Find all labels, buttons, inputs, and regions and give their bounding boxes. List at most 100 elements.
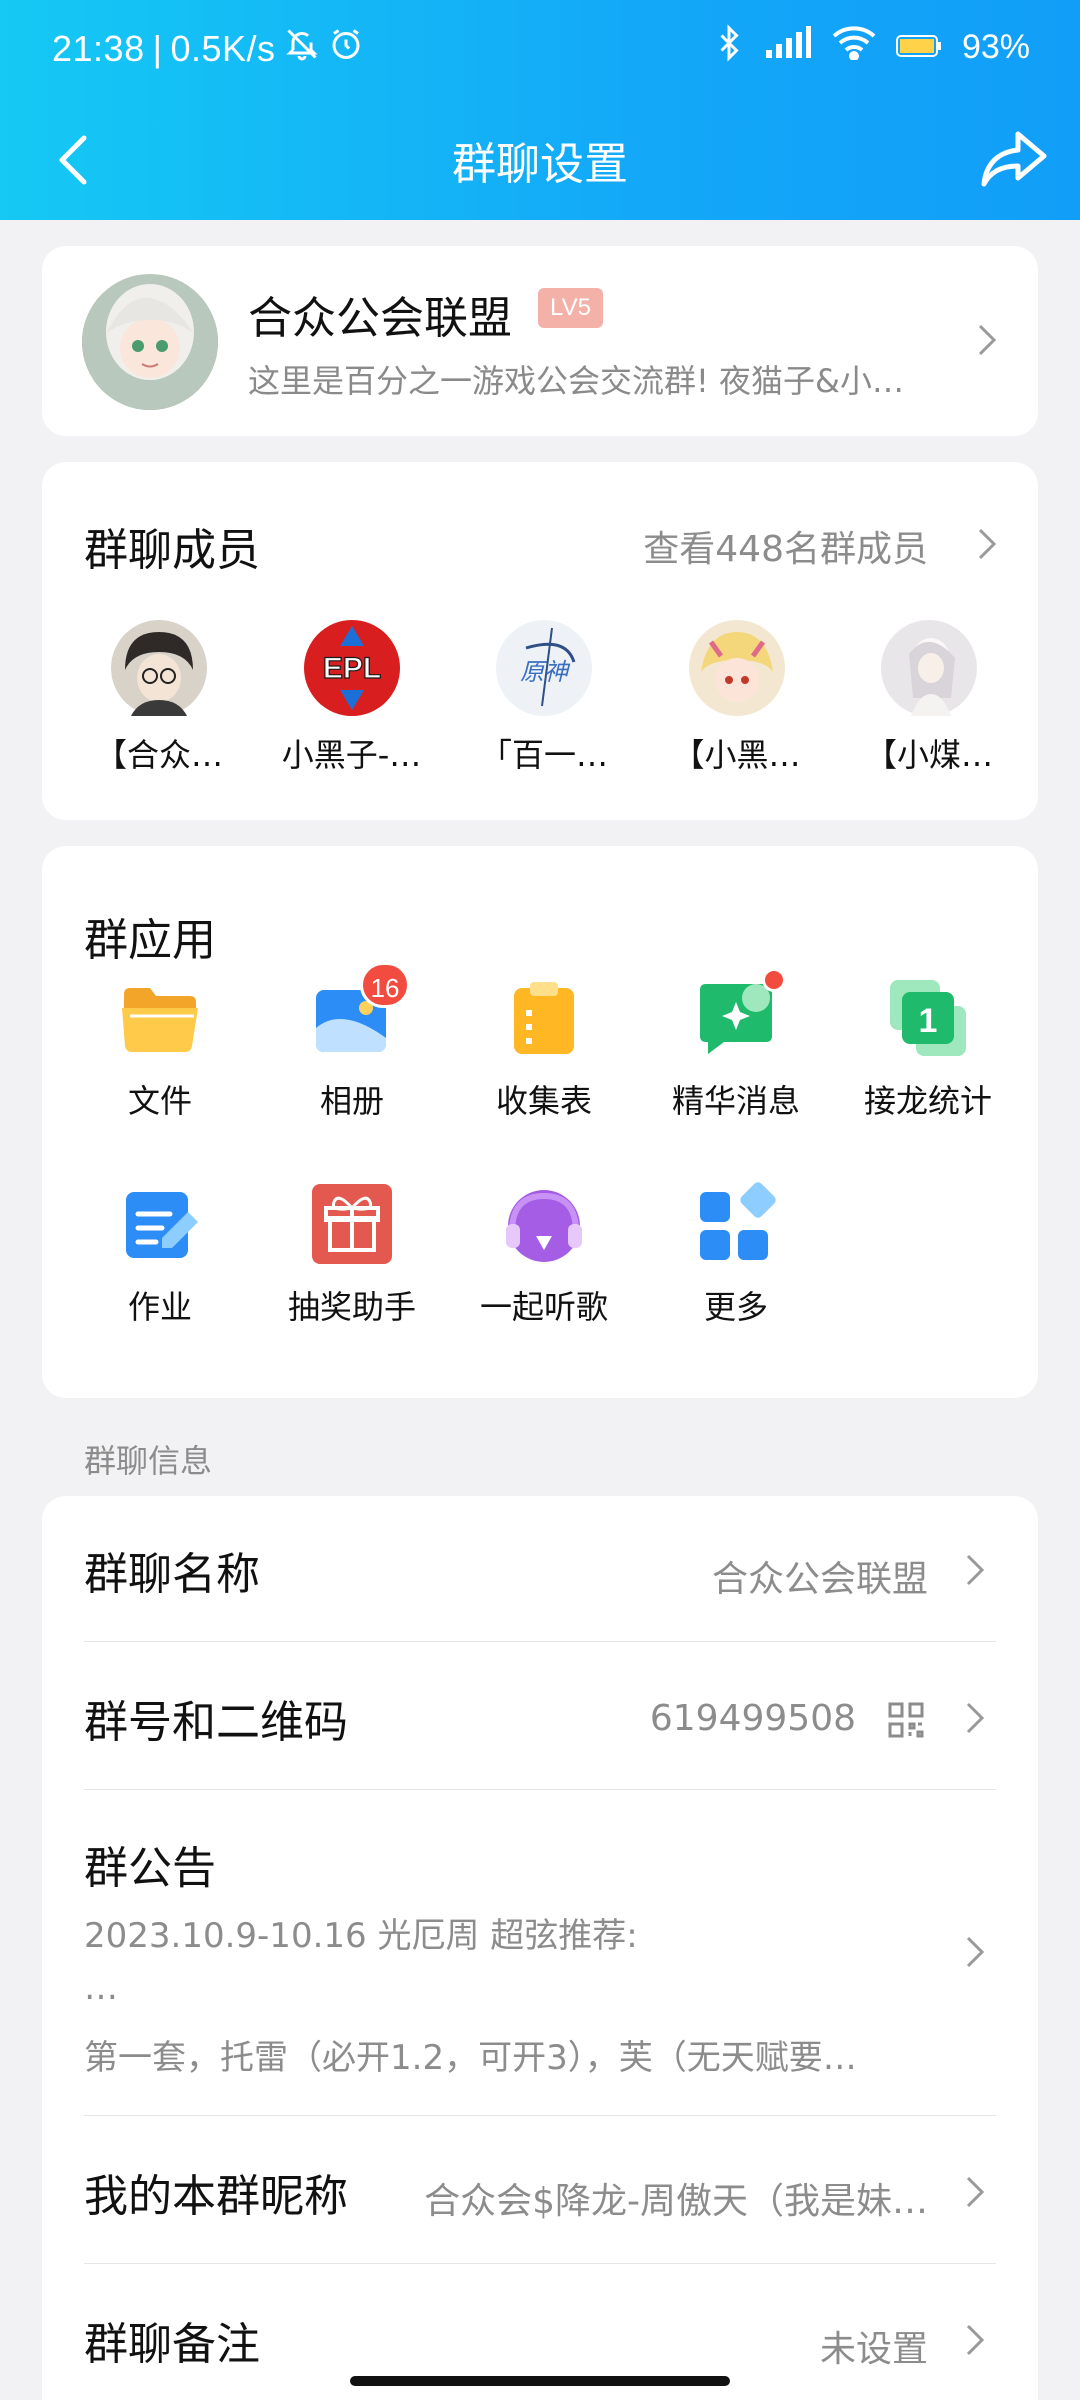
group-name-label: 群聊名称 bbox=[84, 1549, 260, 1600]
chevron-right-icon bbox=[976, 322, 998, 358]
more-apps-icon bbox=[694, 1182, 778, 1266]
signal-icon bbox=[764, 26, 812, 69]
chevron-right-icon bbox=[964, 2322, 986, 2358]
remark-value: 未设置 bbox=[819, 2329, 928, 2370]
chevron-right-icon bbox=[964, 1552, 986, 1588]
app-relay-count[interactable]: 1 接龙统计 bbox=[832, 976, 1024, 1122]
chevron-right-icon bbox=[964, 1700, 986, 1736]
homework-icon bbox=[118, 1182, 202, 1266]
album-icon: 16 bbox=[310, 962, 410, 1060]
group-info-section-label: 群聊信息 bbox=[84, 1442, 213, 1480]
header: 21:38 | 0.5K/s 93% 群聊设置 bbox=[0, 0, 1080, 220]
my-nickname-row[interactable]: 我的本群昵称 合众会$降龙-周傲天（我是妹… bbox=[84, 2116, 996, 2264]
member-name: 小黑子-… bbox=[281, 736, 422, 774]
app-label: 相册 bbox=[319, 1082, 384, 1120]
app-essence-messages[interactable]: 精华消息 bbox=[640, 968, 832, 1122]
app-label: 更多 bbox=[703, 1288, 768, 1326]
group-name: 合众公会联盟 bbox=[248, 293, 512, 344]
group-notice-row[interactable]: 群公告 2023.10.9-10.16 光厄周 超弦推荐: … 第一套，托雷（必… bbox=[84, 1790, 996, 2116]
status-bar: 21:38 | 0.5K/s 93% bbox=[0, 0, 1080, 100]
clipboard-icon bbox=[502, 976, 586, 1060]
essence-message-icon bbox=[694, 968, 786, 1060]
app-lottery-assistant[interactable]: 抽奖助手 bbox=[256, 1182, 448, 1328]
member-name: 【小黑… bbox=[672, 736, 801, 774]
member-item[interactable]: 【小黑… bbox=[642, 620, 832, 776]
notice-line-1: 2023.10.9-10.16 光厄周 超弦推荐: bbox=[84, 1916, 638, 1956]
group-description: 这里是百分之一游戏公会交流群! 夜猫子&小… bbox=[248, 362, 904, 400]
notice-line-3: 第一套，托雷（必开1.2，可开3），芙（无天赋要… bbox=[84, 2038, 857, 2078]
member-name: 「百一… bbox=[479, 736, 608, 774]
app-album[interactable]: 16 相册 bbox=[256, 962, 448, 1122]
app-label: 一起听歌 bbox=[479, 1288, 608, 1326]
app-homework[interactable]: 作业 bbox=[64, 1182, 256, 1328]
page-title: 群聊设置 bbox=[452, 139, 628, 190]
share-icon[interactable] bbox=[978, 126, 1050, 190]
gift-icon bbox=[310, 1182, 394, 1266]
album-badge: 16 bbox=[360, 962, 410, 1008]
group-name-row[interactable]: 群聊名称 合众公会联盟 bbox=[84, 1496, 996, 1642]
notice-label: 群公告 bbox=[84, 1843, 216, 1894]
member-item[interactable]: 原神 「百一… bbox=[449, 620, 639, 776]
group-name-value: 合众公会联盟 bbox=[711, 1559, 928, 1600]
alarm-icon bbox=[328, 26, 364, 71]
status-net-speed: 0.5K/s bbox=[170, 27, 276, 69]
battery-icon bbox=[895, 28, 942, 67]
app-label: 收集表 bbox=[495, 1082, 592, 1120]
chevron-right-icon[interactable] bbox=[976, 526, 998, 562]
member-item[interactable]: EPL 小黑子-… bbox=[257, 620, 447, 776]
app-label: 抽奖助手 bbox=[287, 1288, 416, 1326]
chevron-right-icon bbox=[964, 2174, 986, 2210]
view-all-members-link[interactable]: 查看448名群成员 bbox=[643, 520, 928, 572]
members-card: 群聊成员 查看448名群成员 【合众… EPL 小黑子-… 原神 「百一… 【小… bbox=[42, 462, 1038, 820]
group-info-card: 群聊名称 合众公会联盟 群号和二维码 619499508 群公告 2023.10… bbox=[42, 1496, 1038, 2400]
status-time: 21:38 bbox=[52, 27, 145, 69]
member-avatar-mark: EPL bbox=[322, 652, 380, 685]
app-collection-form[interactable]: 收集表 bbox=[448, 976, 640, 1122]
bluetooth-icon bbox=[714, 24, 744, 71]
app-label: 接龙统计 bbox=[863, 1082, 992, 1120]
headphones-icon bbox=[502, 1182, 586, 1266]
app-listen-together[interactable]: 一起听歌 bbox=[448, 1182, 640, 1328]
member-name: 【合众… bbox=[94, 736, 223, 774]
app-grid: 文件 16 相册 收集表 精华消息 1 接龙统计 作业 抽奖助手 一起听歌 更多 bbox=[64, 962, 1024, 1328]
member-list: 【合众… EPL 小黑子-… 原神 「百一… 【小黑… 【小煤… bbox=[64, 620, 1024, 776]
member-avatar-mark: 原神 bbox=[520, 658, 571, 686]
member-avatar bbox=[688, 620, 785, 716]
home-indicator[interactable] bbox=[350, 2376, 730, 2386]
apps-title: 群应用 bbox=[84, 915, 216, 966]
app-files[interactable]: 文件 bbox=[64, 976, 256, 1122]
nickname-value: 合众会$降龙-周傲天（我是妹… bbox=[424, 2181, 928, 2222]
group-id-qr-row[interactable]: 群号和二维码 619499508 bbox=[84, 1642, 996, 1790]
members-title: 群聊成员 bbox=[84, 525, 260, 576]
nickname-label: 我的本群昵称 bbox=[84, 2171, 348, 2222]
group-apps-card: 群应用 文件 16 相册 收集表 精华消息 1 接龙统计 作业 抽奖助手 一起听… bbox=[42, 846, 1038, 1398]
member-item[interactable]: 【小煤… bbox=[834, 620, 1024, 776]
wifi-icon bbox=[832, 26, 876, 69]
app-label: 文件 bbox=[127, 1082, 192, 1120]
member-avatar: 原神 bbox=[496, 620, 592, 716]
member-item[interactable]: 【合众… bbox=[64, 620, 254, 776]
qr-code-icon bbox=[888, 1702, 924, 1738]
remark-label: 群聊备注 bbox=[84, 2319, 260, 2370]
group-level-badge: LV5 bbox=[538, 288, 603, 328]
battery-level: 93% bbox=[961, 28, 1030, 66]
app-label: 精华消息 bbox=[671, 1082, 800, 1120]
member-avatar bbox=[881, 620, 977, 716]
notice-line-2: … bbox=[84, 1968, 118, 2008]
app-more[interactable]: 更多 bbox=[640, 1182, 832, 1328]
folder-icon bbox=[118, 976, 202, 1060]
app-label: 作业 bbox=[127, 1288, 192, 1326]
bell-off-icon bbox=[284, 26, 320, 71]
nav-bar: 群聊设置 bbox=[0, 110, 1080, 210]
svg-text:1: 1 bbox=[919, 1002, 938, 1040]
group-id-value: 619499508 bbox=[649, 1698, 856, 1739]
member-avatar bbox=[111, 620, 207, 716]
group-avatar bbox=[82, 274, 218, 410]
essence-dot-badge bbox=[762, 968, 786, 992]
relay-count-icon: 1 bbox=[886, 976, 970, 1060]
group-profile-card[interactable]: 合众公会联盟 LV5 这里是百分之一游戏公会交流群! 夜猫子&小… bbox=[42, 246, 1038, 436]
member-name: 【小煤… bbox=[864, 736, 993, 774]
group-id-label: 群号和二维码 bbox=[84, 1697, 348, 1748]
member-avatar: EPL bbox=[303, 620, 400, 716]
chevron-right-icon bbox=[964, 1934, 986, 1970]
